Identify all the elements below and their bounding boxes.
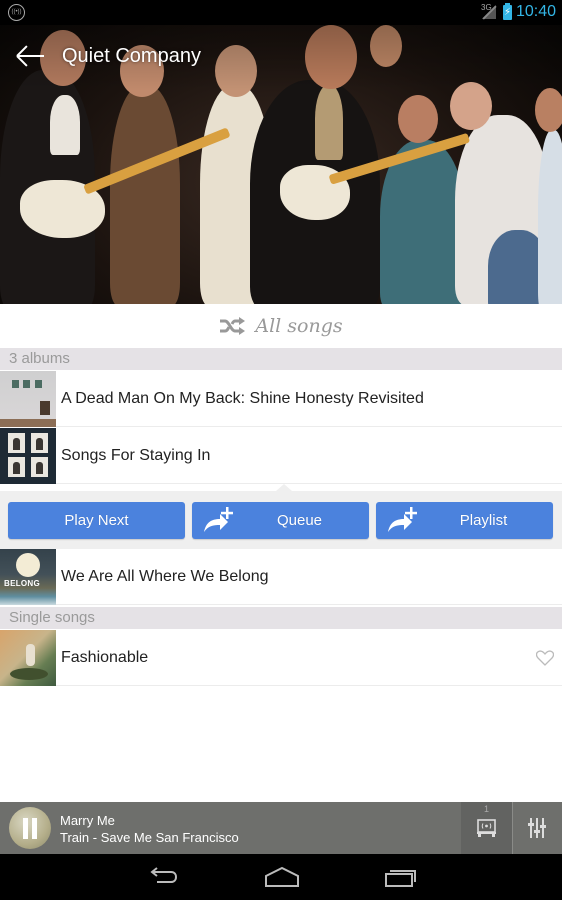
nav-home-button[interactable] [256,862,306,892]
play-next-button[interactable]: Play Next [8,502,185,539]
all-songs-shuffle-button[interactable]: All songs [0,304,562,348]
singles-section-header: Single songs [0,607,562,629]
album-title: A Dead Man On My Back: Shine Honesty Rev… [61,389,424,407]
pause-icon [23,818,28,839]
shuffle-icon [220,317,246,335]
album-art: BELONG [0,548,56,605]
add-to-playlist-button[interactable]: Playlist [376,502,553,539]
cast-devices-button[interactable]: 1 [461,802,512,854]
cast-count: 1 [483,804,489,814]
song-title: Fashionable [61,648,149,666]
add-to-queue-icon [204,507,233,532]
pause-icon [32,818,37,839]
album-art [0,370,56,427]
home-icon [265,866,299,887]
album-actions-panel: Play Next Queue Playlist [0,484,562,549]
panel-pointer [276,484,292,491]
album-title: Songs For Staying In [61,446,211,464]
page-title: Quiet Company [62,45,201,67]
now-playing-bar[interactable]: Marry Me Train - Save Me San Francisco 1 [0,802,562,854]
recent-apps-icon [385,870,416,887]
album-art [0,427,56,484]
albums-section-header: 3 albums [0,348,562,370]
nav-recent-apps-button[interactable] [376,862,426,892]
nav-back-button[interactable] [137,862,187,892]
queue-button[interactable]: Queue [192,502,369,539]
equalizer-icon [528,818,546,838]
clock: 10:40 [515,3,556,20]
now-playing-artist-album: Train - Save Me San Francisco [60,830,239,845]
back-icon [150,867,178,883]
speaker-device-icon [477,819,496,837]
album-title: We Are All Where We Belong [61,567,269,585]
network-type: 3G [481,3,492,12]
now-playing-title: Marry Me [60,813,115,828]
add-to-playlist-icon [388,507,417,532]
wireless-icon: ((•)) [8,4,25,21]
system-navigation-bar [0,854,562,900]
all-songs-label: All songs [255,315,343,337]
pause-button[interactable] [9,807,51,849]
album-row[interactable]: BELONG We Are All Where We Belong [0,548,562,605]
battery-charging-icon: ⚡ [503,3,512,20]
status-bar: ((•)) 3G ⚡ 10:40 [0,0,562,25]
album-art [0,629,56,686]
album-row[interactable]: A Dead Man On My Back: Shine Honesty Rev… [0,370,562,427]
equalizer-button[interactable] [513,802,562,854]
artist-hero-image: Quiet Company [0,0,562,304]
favorite-heart-icon[interactable] [536,650,554,666]
back-button[interactable] [16,42,46,70]
song-row[interactable]: Fashionable [0,629,562,686]
album-row[interactable]: Songs For Staying In [0,427,562,484]
